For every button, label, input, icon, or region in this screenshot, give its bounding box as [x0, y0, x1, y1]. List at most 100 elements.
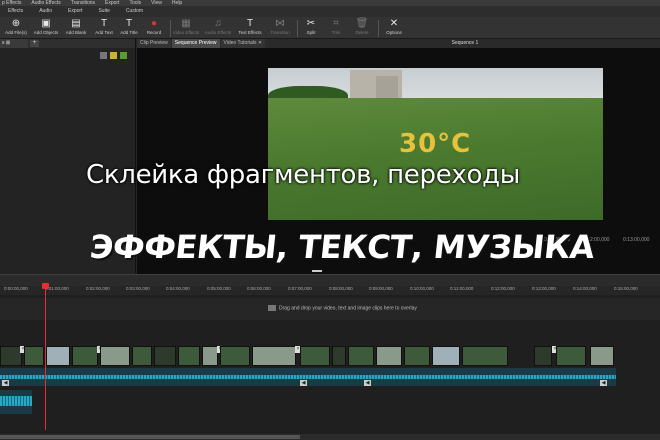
ribbon-tab-audio[interactable]: Audio	[33, 6, 58, 17]
record-button[interactable]: ● Record	[140, 18, 168, 38]
caption-line-1: Склейка фрагментов, переходы	[86, 160, 521, 190]
video-clip[interactable]	[590, 346, 614, 366]
title-icon: T	[125, 18, 133, 29]
video-clip[interactable]	[154, 346, 176, 366]
video-clip[interactable]	[24, 346, 44, 366]
video-clip[interactable]	[348, 346, 374, 366]
toolbar-divider	[378, 20, 379, 37]
video-clip[interactable]	[46, 346, 70, 366]
video-clip[interactable]	[0, 346, 22, 366]
sequence-title: Sequence 1	[270, 39, 660, 48]
ruler-tick: 0:13:00,000	[532, 286, 556, 291]
ruler-tick: 0:14:00,000	[573, 286, 597, 291]
video-clip[interactable]	[132, 346, 152, 366]
timeline-scrollbar[interactable]	[0, 434, 660, 440]
trash-icon: 🗑	[355, 18, 369, 29]
transition-button[interactable]: ⋈ Transition	[266, 18, 294, 38]
ruler-tick: 0:06:00,000	[247, 286, 271, 291]
ruler-tick: 0:03:00,000	[126, 286, 150, 291]
video-track: × × × × ×	[0, 346, 660, 366]
add-title-button[interactable]: T Add Title	[115, 18, 143, 38]
options-button[interactable]: ✕ Options	[380, 18, 408, 38]
timeline-toolbar	[0, 274, 660, 286]
bin-tab[interactable]: s ⊠	[0, 39, 28, 48]
video-effects-icon: ▦	[181, 18, 191, 29]
ribbon-tab-suite[interactable]: Suite	[92, 6, 115, 17]
scrollbar-thumb[interactable]	[0, 435, 300, 439]
grass	[268, 98, 603, 220]
ruler-tick: 0:02:00,000	[86, 286, 110, 291]
delete-button[interactable]: 🗑 Delete	[348, 18, 376, 38]
video-editor-window: p Effects Audio Effects Transitions Expo…	[0, 0, 660, 440]
playhead[interactable]	[45, 284, 46, 430]
record-icon: ●	[150, 18, 158, 29]
video-clip[interactable]	[220, 346, 250, 366]
audio-effects-icon: ♫	[214, 18, 222, 29]
text-effects-button[interactable]: T Text Effects	[236, 18, 264, 38]
timeline-panel: 0:00:00,000 0:01:00,000 0:02:00,000 0:03…	[0, 274, 660, 440]
video-clip[interactable]	[376, 346, 402, 366]
volume-icon[interactable]: ◀	[364, 380, 371, 386]
video-clip[interactable]	[72, 346, 98, 366]
volume-icon[interactable]: ◀	[300, 380, 307, 386]
ruler-tick: 0:05:00,000	[207, 286, 231, 291]
toolbar-divider	[170, 20, 171, 37]
video-clip[interactable]	[252, 346, 296, 366]
audio-waveform	[0, 375, 616, 379]
split-button[interactable]: ✂ Split	[297, 18, 325, 38]
text-effects-icon: T	[246, 18, 254, 29]
add-text-button[interactable]: T Add Text	[90, 18, 118, 38]
preview-tabs: Clip Preview Sequence Preview Video Tuto…	[137, 39, 270, 48]
overlay-hint: Drag and drop your video, text and image…	[268, 305, 417, 311]
video-clip[interactable]	[202, 346, 218, 366]
video-clip[interactable]	[332, 346, 346, 366]
blank-icon: ▤	[71, 18, 81, 29]
panel-splitter[interactable]	[312, 270, 322, 272]
ribbon-tab-export[interactable]: Export	[62, 6, 88, 17]
ruler-tick: 0:08:00,000	[329, 286, 353, 291]
view-toggle-icon[interactable]	[120, 52, 127, 59]
video-clip[interactable]	[556, 346, 586, 366]
bin-tabstrip: s ⊠ +	[0, 39, 135, 48]
video-effects-button[interactable]: ▦ Video Effects	[172, 18, 200, 38]
add-bin-button[interactable]: +	[30, 40, 39, 47]
volume-icon[interactable]: ◀	[2, 380, 9, 386]
video-clip[interactable]	[462, 346, 508, 366]
add-files-button[interactable]: ⊕ Add File(s)	[2, 18, 30, 38]
trash-icon[interactable]	[100, 52, 107, 59]
video-clip[interactable]	[404, 346, 430, 366]
ribbon-tab-custom[interactable]: Custom	[120, 6, 149, 17]
ruler-tick: 0:00:00,000	[4, 286, 28, 291]
music-waveform	[0, 396, 32, 406]
ruler-tick: 0:10:00,000	[410, 286, 434, 291]
timeline-ruler[interactable]: 0:00:00,000 0:01:00,000 0:02:00,000 0:03…	[0, 286, 660, 295]
video-clip[interactable]	[178, 346, 200, 366]
tab-sequence-preview[interactable]: Sequence Preview	[171, 39, 220, 48]
trim-button[interactable]: ⌗ Trim	[322, 18, 350, 38]
ribbon-tabs: Effects Audio Export Suite Custom	[0, 6, 660, 17]
trim-icon: ⌗	[333, 18, 339, 29]
clip-icon	[268, 305, 276, 311]
folder-icon[interactable]	[110, 52, 117, 59]
tab-clip-preview[interactable]: Clip Preview	[137, 39, 171, 48]
ruler-tick: 0:04:00,000	[166, 286, 190, 291]
video-clip[interactable]	[432, 346, 460, 366]
video-clip[interactable]	[100, 346, 130, 366]
volume-icon[interactable]: ◀	[600, 380, 607, 386]
add-objects-button[interactable]: ▣ Add Objects	[32, 18, 60, 38]
folder-plus-icon: ⊕	[11, 18, 21, 29]
transition-icon: ⋈	[275, 18, 285, 29]
text-icon: T	[100, 18, 108, 29]
audio-effects-button[interactable]: ♫ Audio Effects	[204, 18, 232, 38]
ribbon-tab-effects[interactable]: Effects	[2, 6, 29, 17]
ruler-tick: 0:15:00,000	[614, 286, 638, 291]
tab-video-tutorials[interactable]: Video Tutorials ✕	[220, 39, 266, 48]
ruler-tick: 0:11:00,000	[450, 286, 474, 291]
add-blank-button[interactable]: ▤ Add Blank	[62, 18, 90, 38]
video-clip[interactable]	[534, 346, 552, 366]
preview-ruler-tick: 0:13:00,000	[623, 237, 650, 243]
ruler-tick: 0:09:00,000	[369, 286, 393, 291]
temperature-overlay: 30°C	[399, 129, 472, 159]
scissors-icon: ✂	[306, 18, 316, 29]
video-clip[interactable]	[300, 346, 330, 366]
